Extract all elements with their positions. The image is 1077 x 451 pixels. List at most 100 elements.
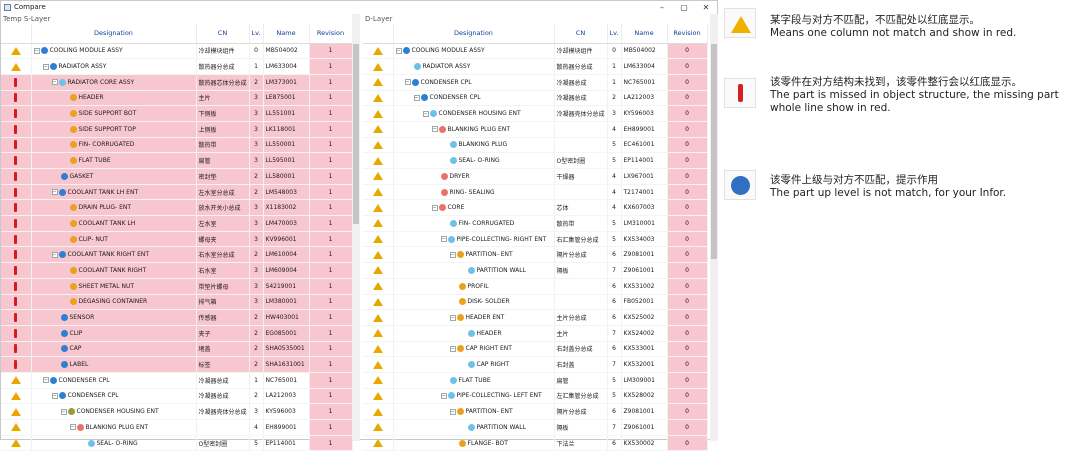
level-header[interactable]: Lv. bbox=[249, 24, 264, 44]
expand-toggle-icon[interactable]: − bbox=[33, 47, 40, 54]
table-row[interactable]: PARTITION WALL 隔板 7 Z9061001 0 bbox=[363, 419, 708, 436]
expand-toggle-icon[interactable]: − bbox=[449, 408, 456, 415]
status-cell bbox=[363, 90, 394, 107]
level-header[interactable]: Lv. bbox=[607, 24, 622, 44]
designation-text: PIPE-COLLECTING- LEFT ENT bbox=[456, 392, 542, 400]
part-gear-icon bbox=[69, 110, 77, 118]
expand-toggle-icon[interactable]: − bbox=[69, 424, 76, 431]
expand-toggle-icon[interactable]: − bbox=[51, 251, 58, 258]
table-row[interactable]: − CONDENSER CPL 冷凝器总成 1 NC765001 1 bbox=[1, 372, 353, 389]
expand-toggle-icon[interactable]: − bbox=[404, 79, 411, 86]
table-row[interactable]: COOLANT TANK LH 左水室 3 LM470003 1 bbox=[1, 215, 353, 232]
name-header[interactable]: Name bbox=[263, 24, 310, 44]
table-row[interactable]: FLAT TUBE 扁管 5 LM309001 0 bbox=[363, 372, 708, 389]
table-row[interactable]: FLAT TUBE 扁管 3 LL595001 1 bbox=[1, 152, 353, 169]
expand-toggle-icon[interactable]: − bbox=[449, 251, 456, 258]
table-row[interactable]: CLIP 夹子 2 EG085001 1 bbox=[1, 325, 353, 342]
right-scrollbar[interactable] bbox=[710, 14, 718, 441]
level-cell: 2 bbox=[249, 325, 264, 342]
close-button[interactable]: ✕ bbox=[695, 3, 717, 12]
table-row[interactable]: RADIATOR ASSY 散热器分总成 1 LM633004 0 bbox=[363, 58, 708, 75]
expand-toggle-icon[interactable]: − bbox=[42, 63, 49, 70]
table-row[interactable]: SEAL- O-RING O型密封圈 5 EP114001 1 bbox=[1, 435, 353, 451]
expand-toggle-icon[interactable]: − bbox=[440, 236, 447, 243]
table-row[interactable]: FLANGE- BOT 下法兰 6 KX530002 0 bbox=[363, 435, 708, 451]
expand-toggle-icon[interactable]: − bbox=[413, 94, 420, 101]
table-row[interactable]: SENSOR 传感器 2 HW403001 1 bbox=[1, 309, 353, 326]
minimize-button[interactable]: – bbox=[651, 3, 673, 12]
expand-toggle-icon[interactable]: − bbox=[51, 79, 58, 86]
designation-header[interactable]: Designation bbox=[393, 24, 555, 44]
table-row[interactable]: DISK- SOLDER 6 FB052001 0 bbox=[363, 294, 708, 311]
table-row[interactable]: LABEL 标签 2 SHA1631001 1 bbox=[1, 356, 353, 373]
maximize-button[interactable]: ▢ bbox=[673, 3, 695, 12]
level-cell: 6 bbox=[607, 341, 622, 358]
status-cell bbox=[363, 325, 394, 342]
table-row[interactable]: − CONDENSER HOUSING ENT 冷凝器壳体分总成 3 KY596003 0 bbox=[363, 105, 708, 122]
table-row[interactable]: SIDE SUPPORT BOT 下侧板 3 LL551001 1 bbox=[1, 105, 353, 122]
expand-toggle-icon[interactable]: − bbox=[449, 314, 456, 321]
table-row[interactable]: − BLANKING PLUG ENT 4 EH899001 0 bbox=[363, 121, 708, 138]
cn-header[interactable]: CN bbox=[554, 24, 608, 44]
table-row[interactable]: SEAL- O-RING O型密封圈 5 EP114001 0 bbox=[363, 152, 708, 169]
table-row[interactable]: − RADIATOR ASSY 散热器分总成 1 LM633004 1 bbox=[1, 58, 353, 75]
expand-toggle-icon[interactable]: − bbox=[440, 392, 447, 399]
table-row[interactable]: − COOLANT TANK LH ENT 左水室分总成 2 LM548003 1 bbox=[1, 184, 353, 201]
table-row[interactable]: − PARTITION- ENT 隔片分总成 6 Z9081001 0 bbox=[363, 246, 708, 264]
table-row[interactable]: RING- SEALING 4 T2174001 0 bbox=[363, 184, 708, 201]
expand-toggle-icon[interactable]: − bbox=[60, 408, 67, 415]
expand-toggle-icon[interactable]: − bbox=[42, 377, 49, 384]
table-row[interactable]: − CAP RIGHT ENT 右封盖分总成 6 KX533001 0 bbox=[363, 341, 708, 358]
table-row[interactable]: − CONDENSER CPL 冷凝器总成 2 LA212003 0 bbox=[363, 90, 708, 107]
expand-toggle-icon[interactable]: − bbox=[395, 47, 402, 54]
legend-warning-zh: 某字段与对方不匹配，不匹配处以红底显示。 bbox=[770, 14, 980, 26]
table-row[interactable]: − COOLANT TANK RIGHT ENT 右水室分总成 2 LM610004 1 bbox=[1, 246, 353, 264]
left-scrollbar[interactable] bbox=[352, 14, 360, 441]
table-row[interactable]: COOLANT TANK RIGHT 右水室 3 LM609004 1 bbox=[1, 262, 353, 279]
table-row[interactable]: BLANKING PLUG 5 EC461001 0 bbox=[363, 137, 708, 154]
table-row[interactable]: CAP 堵盖 2 SHA0535001 1 bbox=[1, 341, 353, 358]
table-row[interactable]: − CONDENSER HOUSING ENT 冷凝器壳体分总成 3 KY596003 1 bbox=[1, 403, 353, 420]
table-row[interactable]: FIN- CORRUGATED 散热带 3 LL550001 1 bbox=[1, 137, 353, 154]
table-row[interactable]: − BLANKING PLUG ENT 4 EH899001 1 bbox=[1, 419, 353, 436]
warning-icon bbox=[372, 313, 383, 322]
table-row[interactable]: HEADER 主片 7 KX524002 0 bbox=[363, 325, 708, 342]
table-row[interactable]: FIN- CORRUGATED 散热带 5 LM310001 0 bbox=[363, 215, 708, 232]
table-row[interactable]: PROFIL 6 KX531002 0 bbox=[363, 278, 708, 295]
level-cell: 1 bbox=[249, 58, 264, 75]
table-row[interactable]: − COOLING MODULE ASSY 冷却模块组件 0 MB504002 0 bbox=[363, 43, 708, 60]
level-cell: 4 bbox=[607, 121, 622, 138]
table-row[interactable]: − CONDENSER CPL 冷凝器总成 2 LA212003 1 bbox=[1, 388, 353, 405]
expand-toggle-icon[interactable]: − bbox=[431, 204, 438, 211]
name-header[interactable]: Name bbox=[621, 24, 668, 44]
table-row[interactable]: DEGASING CONTAINER 排气箱 3 LM380001 1 bbox=[1, 294, 353, 311]
table-row[interactable]: DRAIN PLUG- ENT 放水开关小总成 3 X1183002 1 bbox=[1, 199, 353, 217]
table-row[interactable]: PARTITION WALL 隔板 7 Z9061001 0 bbox=[363, 262, 708, 279]
revision-header[interactable]: Revision bbox=[309, 24, 353, 44]
table-row[interactable]: − HEADER ENT 主片分总成 6 KX525002 0 bbox=[363, 309, 708, 326]
table-row[interactable]: − CONDENSER CPL 冷凝器总成 1 NC765001 0 bbox=[363, 74, 708, 91]
revision-header[interactable]: Revision bbox=[667, 24, 708, 44]
table-row[interactable]: − COOLING MODULE ASSY 冷却模块组件 0 MB504002 1 bbox=[1, 43, 353, 60]
table-row[interactable]: − RADIATOR CORE ASSY 散热器芯体分总成 2 LM373001 1 bbox=[1, 74, 353, 91]
expand-toggle-icon[interactable]: − bbox=[51, 189, 58, 196]
expand-toggle-icon[interactable]: − bbox=[422, 110, 429, 117]
table-row[interactable]: GASKET 密封垫 2 LL580001 1 bbox=[1, 168, 353, 185]
table-row[interactable]: CAP RIGHT 右封盖 7 KX532001 0 bbox=[363, 356, 708, 373]
table-row[interactable]: CLIP- NUT 螺母夹 3 KV996001 1 bbox=[1, 231, 353, 248]
designation-header[interactable]: Designation bbox=[31, 24, 197, 44]
table-row[interactable]: HEADER 主片 3 LE875001 1 bbox=[1, 90, 353, 107]
table-row[interactable]: − PIPE-COLLECTING- RIGHT ENT 右汇集管分总成 5 KX534… bbox=[363, 231, 708, 248]
table-row[interactable]: SHEET METAL NUT 带垫片螺母 3 S4219001 1 bbox=[1, 278, 353, 295]
level-cell: 0 bbox=[249, 43, 264, 60]
designation-text: HEADER bbox=[78, 94, 104, 102]
expand-toggle-icon[interactable]: − bbox=[449, 345, 456, 352]
table-row[interactable]: DRYER 干燥器 4 LX967001 0 bbox=[363, 168, 708, 185]
expand-toggle-icon[interactable]: − bbox=[51, 392, 58, 399]
cn-header[interactable]: CN bbox=[196, 24, 250, 44]
table-row[interactable]: SIDE SUPPORT TOP 上侧板 3 LK118001 1 bbox=[1, 121, 353, 138]
table-row[interactable]: − PARTITION- ENT 隔片分总成 6 Z9081001 0 bbox=[363, 403, 708, 420]
expand-toggle-icon[interactable]: − bbox=[431, 126, 438, 133]
table-row[interactable]: − PIPE-COLLECTING- LEFT ENT 左汇集管分总成 5 KX5280… bbox=[363, 388, 708, 405]
table-row[interactable]: − CORE 芯体 4 KX607003 0 bbox=[363, 199, 708, 217]
